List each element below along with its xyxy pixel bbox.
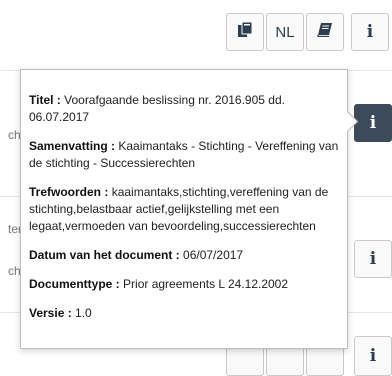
info-button[interactable]: i — [354, 240, 392, 278]
summary-row: Samenvatting : Kaaimantaks - Stichting -… — [29, 138, 339, 172]
doctype-value: Prior agreements L 24.12.2002 — [123, 277, 289, 291]
doctype-label: Documenttype : — [29, 277, 120, 291]
document-info-popover: Titel : Voorafgaande beslissing nr. 2016… — [20, 69, 359, 349]
info-icon: i — [366, 22, 374, 42]
title-row: Titel : Voorafgaande beslissing nr. 2016… — [29, 92, 339, 126]
info-icon: i — [369, 113, 377, 133]
book-button[interactable] — [306, 13, 344, 51]
doctype-row: Documenttype : Prior agreements L 24.12.… — [29, 276, 339, 293]
title-value: Voorafgaande beslissing nr. 2016.905 dd.… — [29, 93, 285, 124]
version-value: 1.0 — [75, 306, 92, 320]
version-row: Versie : 1.0 — [29, 305, 339, 322]
keywords-row: Trefwoorden : kaaimantaks,stichting,vere… — [29, 184, 339, 235]
version-label: Versie : — [29, 306, 72, 320]
date-value: 06/07/2017 — [183, 248, 244, 262]
info-icon: i — [369, 249, 377, 269]
info-button[interactable]: i — [351, 13, 389, 51]
info-button-active[interactable]: i — [354, 104, 392, 142]
summary-label: Samenvatting : — [29, 139, 116, 153]
copy-button[interactable] — [226, 13, 264, 51]
date-label: Datum van het document : — [29, 248, 180, 262]
keywords-label: Trefwoorden : — [29, 185, 109, 199]
language-label: NL — [275, 23, 295, 41]
title-label: Titel : — [29, 93, 61, 107]
copy-document-icon — [237, 21, 253, 42]
book-icon — [317, 23, 333, 41]
language-button[interactable]: NL — [266, 13, 304, 51]
info-icon: i — [369, 346, 377, 366]
date-row: Datum van het document : 06/07/2017 — [29, 247, 339, 264]
info-button[interactable]: i — [354, 336, 392, 376]
